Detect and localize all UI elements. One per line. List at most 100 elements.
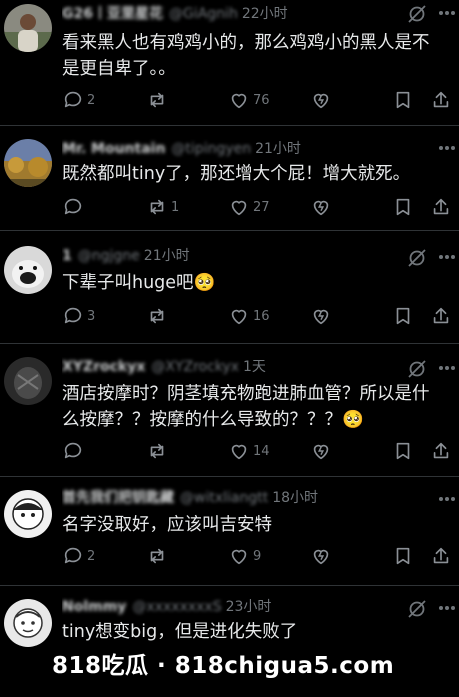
post-1[interactable]: G26丨亚里星花 @GiAgnih 22小时 看来黑人也有鸡鸡小的，那么鸡鸡小的黑人… [0,0,459,126]
more-options-icon[interactable] [439,6,455,20]
like-button[interactable]: 76 [228,88,270,112]
author-name[interactable]: G26丨亚里星花 [62,6,163,22]
reply-count: 3 [87,308,96,324]
avatar[interactable] [4,357,52,405]
avatar[interactable] [4,246,52,294]
post-actions: 1 27 [62,195,459,219]
author-handle[interactable]: @witxliangtt [180,490,268,506]
share-button[interactable] [430,304,452,328]
reply-button[interactable]: 3 [62,304,95,328]
post-header: 1 @ngjgne 21小时 [62,244,399,268]
site-watermark: 818吃瓜 · 818chigua5.com [52,653,395,679]
reply-count: 2 [87,92,96,108]
repost-icon [150,308,164,324]
reply-icon [64,547,82,564]
like-button[interactable]: 27 [228,195,270,219]
post-time[interactable]: 18小时 [272,490,318,506]
post-3[interactable]: 1 @ngjgne 21小时 下辈子叫huge吧🥺 3 16 [0,232,459,344]
post-2[interactable]: Mr. Mountain @tipingyen 21小时 既然都叫tiny了，那还增… [0,127,459,231]
bookmark-button[interactable] [392,195,414,219]
repost-button[interactable]: 1 [146,195,179,219]
grok-icon[interactable] [405,357,429,381]
like-button[interactable]: 9 [228,544,261,568]
grok-analyze-button[interactable] [310,544,332,568]
share-button[interactable] [430,544,452,568]
post-4[interactable]: XYZrockyx @XYZrockyx 1天 酒店按摩时？阴茎填充物跑进肺血管？所… [0,345,459,477]
repost-button[interactable] [146,304,171,328]
bookmark-button[interactable] [392,544,414,568]
author-handle[interactable]: @tipingyen [171,141,251,157]
grok-analyze-button[interactable] [310,439,332,463]
broken-heart-icon [313,93,329,109]
more-options-icon[interactable] [439,141,455,155]
post-header: Nolmmy @xxxxxxxxS 23小时 [62,595,399,619]
share-icon [433,442,449,459]
repost-button[interactable] [146,88,171,112]
post-time[interactable]: 1天 [243,359,266,375]
post-actions: 14 [62,439,459,463]
avatar[interactable] [4,4,52,52]
bookmark-button[interactable] [392,439,414,463]
bookmark-button[interactable] [392,88,414,112]
reply-button[interactable] [62,439,87,463]
author-name[interactable]: Nolmmy [62,599,126,615]
post-time[interactable]: 21小时 [144,248,190,264]
repost-count: 1 [171,199,180,215]
more-options-icon[interactable] [439,361,455,375]
post-5[interactable]: 首先我们把钥匙藏 @witxliangtt 18小时 名字没取好，应该叫吉安特 2 … [0,478,459,586]
author-name[interactable]: XYZrockyx [62,359,145,375]
like-count: 9 [253,548,262,564]
grok-icon[interactable] [405,246,429,270]
reply-button[interactable] [62,195,87,219]
post-6[interactable]: Nolmmy @xxxxxxxxS 23小时 tiny想变big，但是进化失败了 [0,587,459,697]
author-handle[interactable]: @ngjgne [78,248,140,264]
repost-button[interactable] [146,544,171,568]
post-text: 下辈子叫huge吧🥺 [62,273,216,293]
like-icon [231,309,247,325]
post-header: Mr. Mountain @tipingyen 21小时 [62,137,399,161]
more-options-icon[interactable] [439,492,455,506]
share-button[interactable] [430,439,452,463]
share-button[interactable] [430,195,452,219]
author-name[interactable]: 首先我们把钥匙藏 [62,490,174,506]
grok-icon[interactable] [405,597,429,621]
post-actions: 2 9 [62,544,459,568]
post-text: 酒店按摩时？阴茎填充物跑进肺血管？所以是什么按摩？？按摩的什么导致的？？？🥺 [62,384,430,430]
like-icon [231,200,247,216]
reply-icon [64,91,82,108]
grok-analyze-button[interactable] [310,88,332,112]
author-handle[interactable]: @XYZrockyx [151,359,239,375]
share-icon [433,91,449,108]
more-options-icon[interactable] [439,250,455,264]
author-name[interactable]: 1 [62,248,72,264]
post-text: 既然都叫tiny了，那还增大个屁！增大就死。 [62,164,411,184]
like-button[interactable]: 16 [228,304,270,328]
grok-analyze-button[interactable] [310,195,332,219]
post-time[interactable]: 21小时 [255,141,301,157]
repost-icon [150,92,164,108]
like-button[interactable]: 14 [228,439,270,463]
bookmark-icon [396,547,410,565]
reply-button[interactable]: 2 [62,544,95,568]
avatar[interactable] [4,139,52,187]
post-header: XYZrockyx @XYZrockyx 1天 [62,355,399,379]
grok-icon[interactable] [405,2,429,26]
bookmark-button[interactable] [392,304,414,328]
post-text: 名字没取好，应该叫吉安特 [62,515,272,535]
author-handle[interactable]: @GiAgnih [169,6,238,22]
like-count: 14 [253,443,270,459]
share-button[interactable] [430,88,452,112]
author-name[interactable]: Mr. Mountain [62,141,165,157]
like-icon [231,93,247,109]
bookmark-icon [396,307,410,325]
avatar[interactable] [4,490,52,538]
avatar[interactable] [4,599,52,647]
bookmark-icon [396,442,410,460]
post-time[interactable]: 22小时 [242,6,288,22]
post-time[interactable]: 23小时 [226,599,272,615]
grok-analyze-button[interactable] [310,304,332,328]
reply-button[interactable]: 2 [62,88,95,112]
repost-button[interactable] [146,439,171,463]
more-options-icon[interactable] [439,601,455,615]
author-handle[interactable]: @xxxxxxxxS [132,599,221,615]
